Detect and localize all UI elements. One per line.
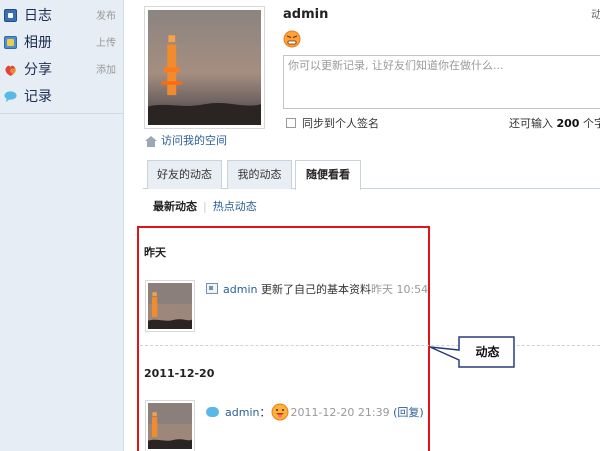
comment-bubble-icon — [206, 407, 219, 417]
angry-face-icon[interactable] — [283, 30, 301, 48]
feed-user-link[interactable]: admin — [225, 406, 259, 419]
sunset-photo — [148, 10, 261, 125]
feed-date-header: 2011-12-20 — [144, 367, 215, 380]
sync-checkbox[interactable] — [286, 118, 296, 128]
callout-label: 动态 — [475, 345, 500, 359]
subtabs: 最新动态 | 热点动态 — [153, 200, 257, 214]
tab-browse[interactable]: 随便看看 — [295, 160, 361, 190]
album-icon — [4, 36, 17, 49]
user-avatar[interactable] — [144, 6, 265, 129]
feed-entry-time: 2011-12-20 21:39 — [290, 406, 390, 419]
upload-link[interactable]: 上传 — [96, 37, 116, 51]
sidebar-divider — [0, 113, 124, 114]
feed-entry-time: 昨天 10:54 — [370, 283, 429, 296]
status-input[interactable]: 你可以更新记录, 让好友们知道你在做什么... — [283, 55, 600, 109]
sidebar-item-label: 日志 — [24, 8, 52, 24]
feed-callout: 动态 — [429, 336, 516, 369]
sidebar: 日志 发布 相册 上传 分享 添加 记录 — [0, 0, 124, 451]
sync-label: 同步到个人签名 — [302, 117, 379, 130]
remaining-prefix: 还可输入 — [509, 117, 553, 130]
subtab-latest[interactable]: 最新动态 — [153, 200, 197, 213]
publish-link[interactable]: 发布 — [96, 10, 116, 24]
remaining-count: 200 — [556, 117, 580, 130]
remaining-suffix: 个字 — [582, 117, 600, 130]
record-icon — [4, 91, 17, 103]
feed-date-header: 昨天 — [144, 246, 166, 259]
sidebar-item-record[interactable]: 记录 — [0, 85, 124, 111]
username: admin — [283, 7, 329, 22]
blog-icon — [4, 9, 17, 22]
tab-my-feed[interactable]: 我的动态 — [227, 160, 292, 189]
feed-entry: admin 更新了自己的基本资料昨天 10:54 — [206, 283, 428, 297]
reply-link[interactable]: (回复) — [393, 406, 424, 419]
remaining-chars: 还可输入 200 个字 — [509, 117, 600, 130]
sidebar-item-label: 分享 — [24, 62, 52, 78]
sidebar-item-label: 相册 — [24, 35, 52, 51]
feed-user-link[interactable]: admin — [223, 283, 257, 296]
subtab-hot[interactable]: 热点动态 — [213, 200, 257, 213]
feed-avatar[interactable] — [145, 400, 195, 451]
home-icon — [145, 136, 157, 147]
feed-separator: ： — [259, 406, 271, 419]
feed-divider — [140, 345, 600, 346]
add-link[interactable]: 添加 — [96, 64, 116, 78]
feed-entry: admin： 2011-12-20 21:39 (回复) — [206, 403, 424, 421]
sidebar-item-album[interactable]: 相册 上传 — [0, 31, 124, 57]
share-icon — [5, 65, 16, 76]
feed-avatar[interactable] — [145, 280, 195, 332]
tab-friends-feed[interactable]: 好友的动态 — [147, 160, 222, 189]
sunset-photo — [148, 403, 192, 449]
profile-card-icon — [206, 283, 218, 294]
sidebar-item-share[interactable]: 分享 添加 — [0, 58, 124, 84]
sunset-photo — [148, 283, 192, 329]
cut-off-text: 动 — [591, 8, 600, 21]
tongue-face-icon — [271, 403, 289, 421]
visit-link-label: 访问我的空间 — [161, 134, 227, 147]
feed-entry-text: 更新了自己的基本资料 — [260, 283, 371, 296]
sidebar-item-label: 记录 — [24, 89, 52, 105]
status-placeholder: 你可以更新记录, 让好友们知道你在做什么... — [288, 59, 504, 72]
sidebar-item-blog[interactable]: 日志 发布 — [0, 4, 124, 30]
subtab-divider: | — [203, 200, 207, 213]
